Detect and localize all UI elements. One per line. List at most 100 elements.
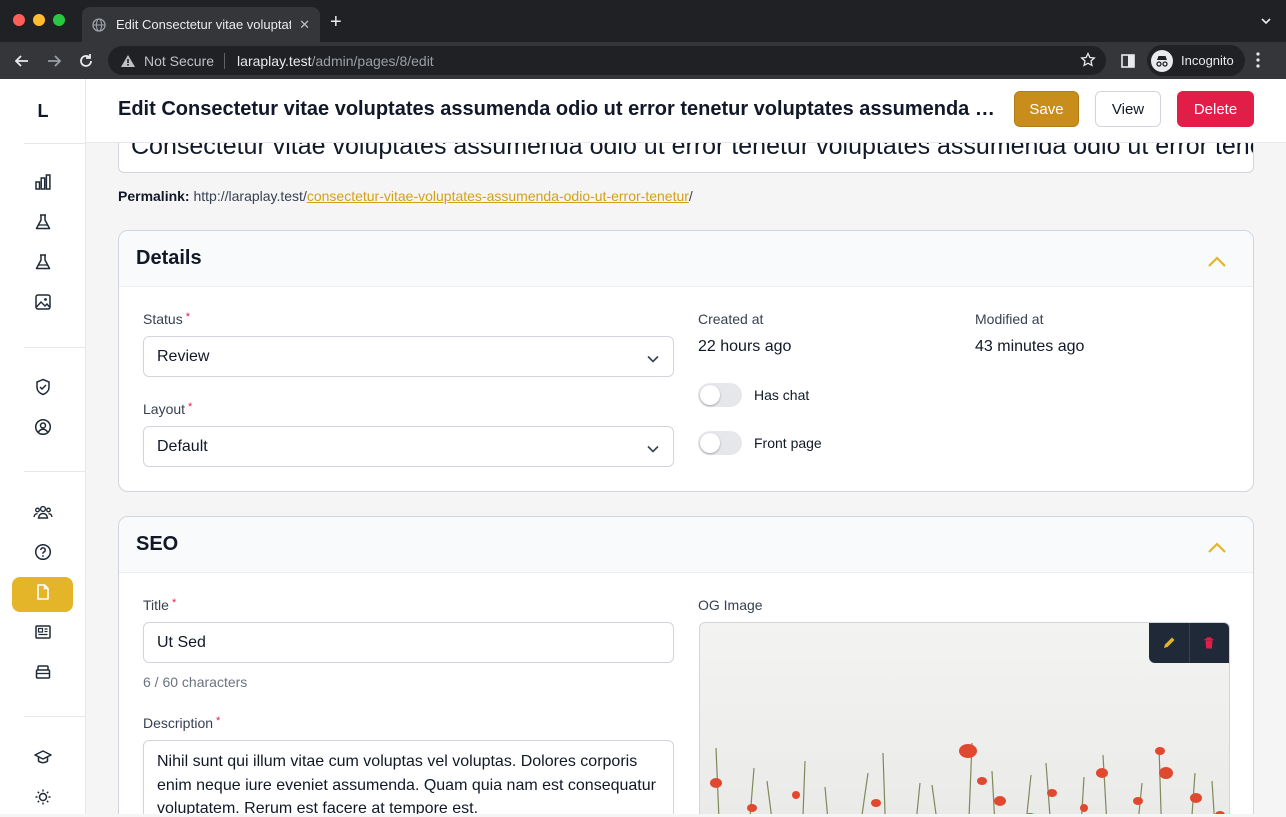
chevron-down-icon <box>647 441 659 459</box>
light-bulb-icon <box>34 788 52 811</box>
close-window-button[interactable] <box>13 14 25 26</box>
sidebar-item-teams[interactable] <box>12 497 73 532</box>
users-icon <box>32 503 53 526</box>
question-icon <box>34 543 52 566</box>
modified-at-label: Modified at <box>975 311 1044 327</box>
chevron-up-icon[interactable] <box>1207 537 1227 560</box>
close-tab-icon[interactable]: ✕ <box>299 17 310 33</box>
shield-check-icon <box>34 378 52 401</box>
sidebar-item-pages[interactable] <box>12 577 73 612</box>
sidebar-divider <box>24 347 85 348</box>
back-icon[interactable] <box>12 51 32 71</box>
chevron-up-icon[interactable] <box>1207 251 1227 274</box>
permalink-label: Permalink: <box>118 188 190 204</box>
seo-title-label: Title * <box>143 597 176 613</box>
tab-search-chevron-icon[interactable] <box>1260 14 1272 32</box>
address-divider <box>224 52 226 69</box>
app-logo[interactable]: L <box>0 101 86 122</box>
details-card: Details Status * Review Layout * Default C… <box>118 230 1254 492</box>
view-button[interactable]: View <box>1095 91 1161 127</box>
front-page-toggle[interactable] <box>698 431 742 455</box>
seo-description-label-text: Description <box>143 715 214 731</box>
new-tab-button[interactable]: + <box>330 12 342 32</box>
has-chat-toggle[interactable] <box>698 383 742 407</box>
browser-tab-title: Edit Consectetur vitae voluptat <box>116 17 292 32</box>
seo-heading: SEO <box>136 533 179 555</box>
sidebar-item-archive[interactable] <box>12 657 73 692</box>
url-host: laraplay.test <box>237 52 312 69</box>
page-title-input[interactable]: Consectetur vitae voluptates assumenda o… <box>118 143 1254 173</box>
sidebar-item-lab-1[interactable] <box>12 207 73 242</box>
og-image-label: OG Image <box>698 597 763 613</box>
reload-icon[interactable] <box>76 51 96 71</box>
save-button[interactable]: Save <box>1014 91 1079 127</box>
permalink-slug-link[interactable]: consectetur-vitae-voluptates-assumenda-o… <box>307 188 689 204</box>
status-select[interactable]: Review <box>143 336 674 377</box>
seo-title-label-text: Title <box>143 597 169 613</box>
sidebar-item-posts[interactable] <box>12 617 73 652</box>
permalink: Permalink: http://laraplay.test/consecte… <box>118 188 693 204</box>
permalink-suffix: / <box>688 188 693 204</box>
seo-card: SEO Title * Ut Sed 6 / 60 characters Desc… <box>118 516 1254 814</box>
browser-tab-strip: Edit Consectetur vitae voluptat ✕ + <box>0 0 1286 42</box>
address-bar[interactable]: Not Secure laraplay.test /admin/pages/8/… <box>108 46 1106 75</box>
status-select-value: Review <box>157 347 210 365</box>
seo-title-input[interactable]: Ut Sed <box>143 622 674 663</box>
browser-tab[interactable]: Edit Consectetur vitae voluptat ✕ <box>82 7 320 42</box>
forward-icon[interactable] <box>44 51 64 71</box>
security-status-label: Not Secure <box>144 52 215 69</box>
user-circle-icon <box>34 418 52 441</box>
side-panel-icon[interactable] <box>1118 51 1138 71</box>
seo-description-textarea[interactable]: Nihil sunt qui illum vitae cum voluptas … <box>143 740 674 814</box>
warning-icon[interactable] <box>120 54 136 68</box>
required-marker: * <box>216 715 221 727</box>
pencil-icon[interactable] <box>1149 623 1190 663</box>
og-image-preview[interactable] <box>699 622 1230 814</box>
seo-card-header[interactable]: SEO <box>119 517 1253 573</box>
delete-button[interactable]: Delete <box>1177 91 1254 127</box>
layout-select[interactable]: Default <box>143 426 674 467</box>
maximize-window-button[interactable] <box>53 14 65 26</box>
required-marker: * <box>185 311 190 323</box>
academic-cap-icon <box>33 748 52 771</box>
trash-icon[interactable] <box>1190 623 1230 663</box>
sidebar-item-media[interactable] <box>12 287 73 322</box>
sidebar-item-roles[interactable] <box>12 372 73 407</box>
status-label: Status * <box>143 311 190 327</box>
profile-label: Incognito <box>1181 53 1234 68</box>
sidebar-divider <box>24 716 85 717</box>
details-card-header[interactable]: Details <box>119 231 1253 287</box>
sidebar-divider <box>24 143 85 144</box>
sidebar-divider <box>24 471 85 472</box>
sidebar: L <box>0 79 86 814</box>
sidebar-item-users[interactable] <box>12 412 73 447</box>
browser-menu-icon[interactable] <box>1256 51 1260 74</box>
beaker-icon <box>34 253 52 276</box>
created-at-label: Created at <box>698 311 764 327</box>
incognito-profile-button[interactable]: Incognito <box>1147 45 1245 76</box>
required-marker: * <box>171 597 177 609</box>
front-page-label: Front page <box>754 435 822 451</box>
seo-description-label: Description * <box>143 715 220 731</box>
sidebar-item-ideas[interactable] <box>12 782 73 817</box>
main-content: Consectetur vitae voluptates assumenda o… <box>86 143 1286 814</box>
layout-label: Layout * <box>143 401 192 417</box>
chevron-down-icon <box>647 351 659 369</box>
minimize-window-button[interactable] <box>33 14 45 26</box>
url-path: /admin/pages/8/edit <box>311 52 434 69</box>
sidebar-item-help[interactable] <box>12 537 73 572</box>
sidebar-item-dashboard[interactable] <box>12 167 73 202</box>
sidebar-item-lab-2[interactable] <box>12 247 73 282</box>
required-marker: * <box>188 401 193 413</box>
sidebar-item-courses[interactable] <box>12 742 73 777</box>
incognito-icon <box>1151 49 1173 72</box>
globe-icon <box>92 17 106 32</box>
archive-icon <box>34 663 52 686</box>
browser-toolbar: Not Secure laraplay.test /admin/pages/8/… <box>0 42 1286 79</box>
og-image-toolbar <box>1149 623 1229 663</box>
photo-icon <box>34 293 52 316</box>
bookmark-star-icon[interactable] <box>1080 51 1096 71</box>
document-icon <box>34 583 52 606</box>
layout-select-value: Default <box>157 437 208 455</box>
page-title: Edit Consectetur vitae voluptates assume… <box>118 98 998 120</box>
